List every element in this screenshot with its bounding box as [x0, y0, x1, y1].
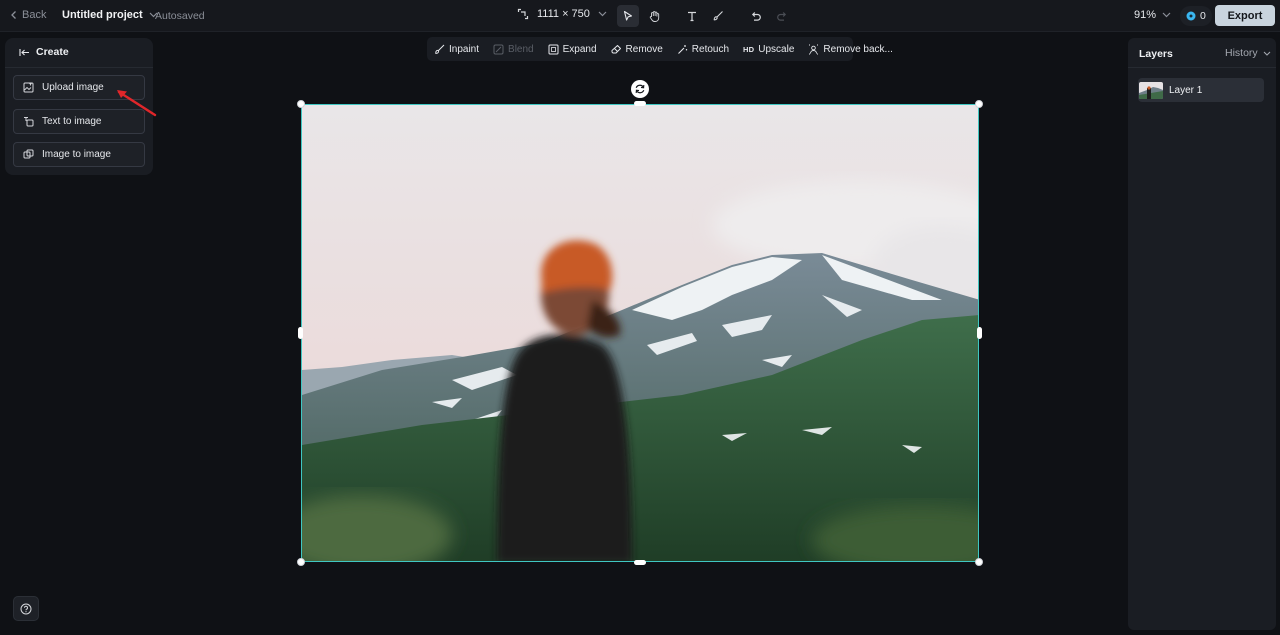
rotate-handle[interactable] — [631, 80, 649, 98]
text-to-image-label: Text to image — [42, 116, 102, 127]
undo-icon — [750, 10, 762, 22]
credits-icon — [1186, 11, 1196, 21]
create-title: Create — [36, 46, 69, 58]
top-bar: Back Untitled project Autosaved 1111 × 7… — [0, 0, 1280, 32]
retouch-button[interactable]: Retouch — [677, 44, 729, 55]
inpaint-brush-icon — [434, 44, 445, 55]
layer-name: Layer 1 — [1169, 84, 1203, 96]
resize-handle-top[interactable] — [634, 101, 646, 106]
blend-label: Blend — [508, 43, 534, 55]
chevron-down-icon — [598, 11, 607, 17]
undo-button[interactable] — [745, 5, 767, 27]
redo-icon — [776, 10, 788, 22]
divider — [5, 67, 153, 68]
resize-handle-bottom[interactable] — [634, 560, 646, 565]
create-panel-header[interactable]: Create — [19, 46, 69, 58]
expand-label: Expand — [562, 43, 597, 55]
hand-icon — [648, 10, 661, 23]
canvas-size-dropdown[interactable]: 1111 × 750 — [517, 8, 607, 20]
rotate-icon — [634, 83, 646, 95]
photo-mountain-hiker — [301, 104, 979, 562]
back-label: Back — [22, 9, 47, 21]
hd-badge: HD — [743, 44, 755, 54]
canvas-tools — [617, 5, 793, 27]
resize-handle-top-right[interactable] — [975, 100, 983, 108]
remove-background-icon — [808, 44, 819, 55]
resize-handle-right[interactable] — [977, 327, 982, 339]
layer-item[interactable]: Layer 1 — [1138, 78, 1264, 102]
redo-button[interactable] — [771, 5, 793, 27]
layers-panel: Layers History Layer 1 — [1128, 38, 1276, 630]
back-button[interactable]: Back — [10, 9, 46, 21]
project-name: Untitled project — [62, 9, 143, 21]
annotation-arrow — [117, 90, 157, 117]
history-label: History — [1225, 47, 1258, 59]
upload-image-label: Upload image — [42, 82, 104, 93]
divider — [1128, 67, 1276, 68]
resize-handle-bottom-right[interactable] — [975, 558, 983, 566]
brush-icon — [712, 10, 724, 22]
hand-tool-button[interactable] — [643, 5, 665, 27]
resize-handle-bottom-left[interactable] — [297, 558, 305, 566]
zoom-level: 91% — [1134, 9, 1157, 21]
text-icon — [686, 10, 698, 22]
image-to-image-icon — [23, 149, 34, 160]
export-button[interactable]: Export — [1215, 5, 1275, 26]
canvas-image-layer[interactable] — [297, 100, 983, 566]
credits-badge[interactable]: 0 — [1180, 6, 1212, 26]
chevron-down-icon — [1263, 51, 1271, 56]
select-tool-button[interactable] — [617, 5, 639, 27]
expand-button[interactable]: Expand — [548, 44, 597, 55]
remove-button[interactable]: Remove — [611, 44, 663, 55]
resize-handle-left[interactable] — [298, 327, 303, 339]
upscale-button[interactable]: HD Upscale — [743, 44, 794, 55]
blend-icon — [493, 44, 504, 55]
text-to-image-icon — [23, 116, 34, 127]
remove-background-label: Remove back... — [823, 43, 893, 55]
edit-toolbar: Inpaint Blend Expand Remove Retouch HD U… — [427, 37, 893, 61]
collapse-arrow-icon — [19, 48, 30, 57]
tab-history[interactable]: History — [1225, 47, 1271, 59]
credits-count: 0 — [1200, 10, 1206, 22]
retouch-wand-icon — [677, 44, 688, 55]
text-tool-button[interactable] — [681, 5, 703, 27]
remove-label: Remove — [625, 43, 663, 55]
zoom-dropdown[interactable]: 91% — [1134, 9, 1171, 21]
project-name-dropdown[interactable]: Untitled project — [62, 9, 158, 21]
help-icon — [20, 603, 32, 615]
resize-icon — [517, 8, 529, 20]
autosave-status: Autosaved — [155, 10, 205, 22]
canvas-size: 1111 × 750 — [537, 8, 590, 20]
chevron-left-icon — [10, 10, 18, 20]
blend-button[interactable]: Blend — [493, 44, 534, 55]
tab-layers[interactable]: Layers — [1139, 48, 1173, 60]
inpaint-button[interactable]: Inpaint — [434, 44, 479, 55]
upload-image-icon — [23, 82, 34, 93]
expand-icon — [548, 44, 559, 55]
inpaint-label: Inpaint — [449, 43, 480, 55]
chevron-down-icon — [1162, 12, 1171, 18]
eraser-icon — [611, 44, 622, 55]
image-to-image-button[interactable]: Image to image — [13, 142, 145, 167]
remove-background-button[interactable]: Remove back... — [808, 43, 893, 55]
retouch-label: Retouch — [691, 43, 730, 55]
upscale-label: Upscale — [758, 43, 795, 55]
cursor-icon — [622, 10, 634, 22]
image-to-image-label: Image to image — [42, 149, 111, 160]
help-button[interactable] — [13, 596, 39, 621]
brush-tool-button[interactable] — [707, 5, 729, 27]
layer-thumbnail — [1139, 81, 1163, 99]
resize-handle-top-left[interactable] — [297, 100, 305, 108]
